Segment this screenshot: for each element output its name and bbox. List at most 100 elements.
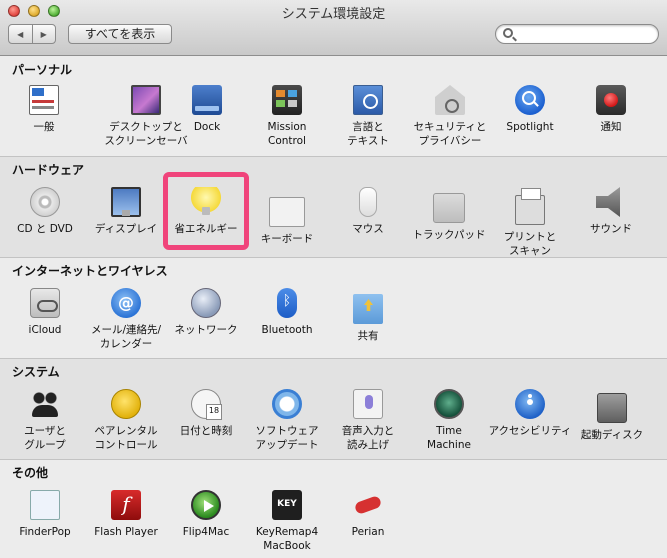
icloud-icon (30, 288, 60, 318)
general-icon (29, 85, 59, 115)
pref-label: Spotlight (506, 121, 554, 133)
pref-time-machine[interactable]: Time Machine (409, 389, 489, 452)
pref-label: ユーザと グループ (24, 425, 66, 451)
section-other: その他 FinderPop Flash Player Flip4Mac KeyR… (0, 460, 667, 558)
pref-cd-dvd[interactable]: CD と DVD (5, 187, 85, 236)
pref-label: Flip4Mac (182, 526, 230, 538)
pref-mouse[interactable]: マウス (328, 187, 408, 236)
pref-label: 起動ディスク (580, 429, 644, 441)
pref-icloud[interactable]: iCloud (5, 288, 85, 337)
notifications-icon (596, 85, 626, 115)
pref-label: 一般 (33, 121, 55, 133)
pref-label: アクセシビリティ (488, 425, 572, 437)
pref-accessibility[interactable]: アクセシビリティ (482, 389, 578, 438)
flip4mac-play-icon (191, 490, 221, 520)
sharing-folder-icon (353, 294, 383, 324)
pref-label: CD と DVD (17, 223, 73, 235)
pref-dock[interactable]: Dock (167, 85, 247, 134)
pref-label: ネットワーク (174, 324, 238, 336)
pref-label: FinderPop (19, 526, 71, 538)
pref-flash-player[interactable]: Flash Player (86, 490, 166, 539)
pref-label: Dock (193, 121, 221, 133)
pref-parental-controls[interactable]: ペアレンタル コントロール (86, 389, 166, 452)
pref-label: トラックパッド (412, 229, 486, 241)
cd-dvd-icon (30, 187, 60, 217)
pref-label: 日付と時刻 (179, 425, 233, 437)
pref-notifications[interactable]: 通知 (571, 85, 651, 134)
pref-perian[interactable]: Perian (328, 490, 408, 539)
pref-label: キーボード (260, 233, 314, 245)
search-field[interactable] (495, 24, 659, 44)
section-title-hardware: ハードウェア (12, 163, 85, 177)
section-personal: パーソナル 一般 デスクトップと スクリーンセーバ Dock Mission C… (0, 57, 667, 157)
window-title: システム環境設定 (281, 7, 386, 22)
pref-label: セキュリティと プライバシー (413, 121, 487, 147)
display-icon (111, 187, 141, 217)
show-all-button[interactable]: すべてを表示 (68, 24, 172, 44)
perian-knife-icon (353, 490, 383, 520)
pref-sharing[interactable]: 共有 (328, 288, 408, 343)
energy-saver-highlight (163, 172, 249, 250)
section-title-internet: インターネットとワイヤレス (12, 264, 168, 278)
accessibility-icon (515, 389, 545, 419)
pref-label: プリントと スキャン (503, 231, 557, 257)
pref-date-time[interactable]: 日付と時刻 (166, 389, 246, 438)
search-icon (503, 28, 513, 38)
pref-keyboard[interactable]: キーボード (247, 187, 327, 246)
pref-sound[interactable]: サウンド (571, 187, 651, 236)
pref-dictation-speech[interactable]: 音声入力と 読み上げ (328, 389, 408, 452)
pref-keyremap4macbook[interactable]: KeyRemap4 MacBook (247, 490, 327, 553)
pref-label: ペアレンタル コントロール (94, 425, 158, 451)
pref-finderpop[interactable]: FinderPop (5, 490, 85, 539)
pref-label: サウンド (590, 223, 632, 235)
pref-label: 言語と テキスト (347, 121, 389, 147)
section-title-other: その他 (12, 466, 49, 480)
printer-icon (515, 188, 545, 225)
pref-bluetooth[interactable]: Bluetooth (247, 288, 327, 337)
software-update-icon (272, 389, 302, 419)
pref-label: メール/連絡先/ カレンダー (90, 324, 162, 350)
pref-label: ディスプレイ (94, 223, 158, 235)
pref-trackpad[interactable]: トラックパッド (406, 187, 492, 242)
section-hardware: ハードウェア CD と DVD ディスプレイ 省エネルギー キーボード マウス … (0, 157, 667, 258)
pref-label: 音声入力と 読み上げ (341, 425, 395, 451)
pref-flip4mac[interactable]: Flip4Mac (166, 490, 246, 539)
window-titlebar: システム環境設定 ◀ ▶ すべてを表示 (0, 0, 667, 56)
bluetooth-icon (277, 288, 297, 318)
pref-label: ソフトウェア アップデート (255, 425, 319, 451)
pref-security-privacy[interactable]: セキュリティと プライバシー (402, 85, 498, 148)
parental-controls-icon (111, 389, 141, 419)
users-icon (30, 389, 60, 419)
flash-player-icon (111, 490, 141, 520)
pref-software-update[interactable]: ソフトウェア アップデート (247, 389, 327, 452)
pref-mission-control[interactable]: Mission Control (247, 85, 327, 148)
clock-calendar-icon (191, 389, 222, 420)
pref-spotlight[interactable]: Spotlight (490, 85, 570, 134)
pref-network[interactable]: ネットワーク (166, 288, 246, 337)
security-house-icon (435, 85, 465, 115)
back-button[interactable]: ◀ (9, 25, 32, 43)
pref-mail-contacts-calendars[interactable]: メール/連絡先/ カレンダー (80, 288, 172, 351)
forward-button[interactable]: ▶ (31, 25, 56, 43)
pref-startup-disk[interactable]: 起動ディスク (572, 389, 652, 442)
mouse-icon (359, 187, 377, 217)
language-flag-icon (353, 85, 383, 115)
pref-users-groups[interactable]: ユーザと グループ (5, 389, 85, 452)
section-internet-wireless: インターネットとワイヤレス iCloud メール/連絡先/ カレンダー ネットワ… (0, 258, 667, 359)
section-system: システム ユーザと グループ ペアレンタル コントロール 日付と時刻 ソフトウェ… (0, 359, 667, 460)
pref-label: 共有 (357, 330, 379, 342)
pref-displays[interactable]: ディスプレイ (86, 187, 166, 236)
desktop-screensaver-icon (131, 85, 161, 115)
pref-general[interactable]: 一般 (4, 85, 84, 134)
trackpad-icon (433, 193, 465, 223)
pref-label: Bluetooth (261, 324, 313, 336)
key-icon (272, 490, 302, 520)
pref-print-scan[interactable]: プリントと スキャン (490, 187, 570, 258)
finderpop-icon (30, 490, 60, 520)
keyboard-icon (269, 197, 305, 227)
spotlight-icon (515, 85, 545, 115)
pref-label: 通知 (600, 121, 622, 133)
pref-language-text[interactable]: 言語と テキスト (328, 85, 408, 148)
pref-label: Time Machine (427, 425, 471, 451)
section-title-system: システム (12, 365, 60, 379)
